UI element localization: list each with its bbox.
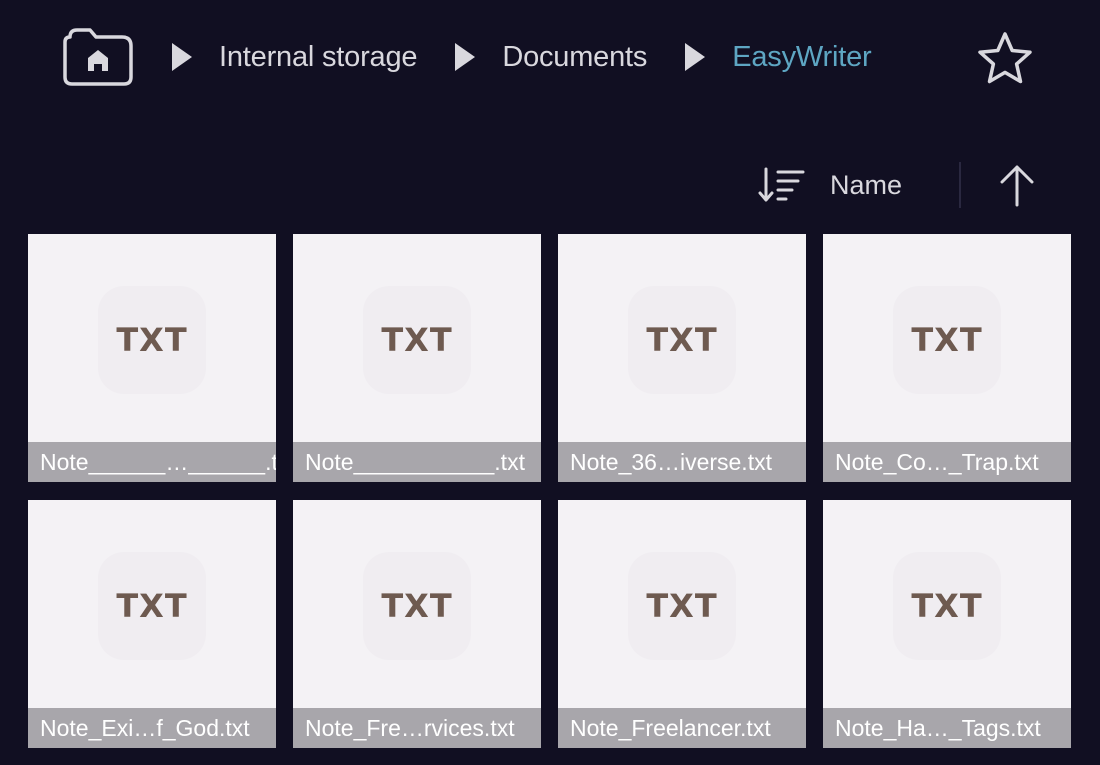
file-name: Note_Fre…rvices.txt [293, 708, 541, 748]
breadcrumb: Internal storage Documents EasyWriter [62, 27, 872, 87]
file-tile[interactable]: TXT Note_Freelancer.txt [558, 500, 806, 748]
file-type-badge: TXT [116, 587, 188, 625]
txt-file-icon: TXT [363, 286, 471, 394]
file-tile[interactable]: TXT Note_36…iverse.txt [558, 234, 806, 482]
file-name: Note_Freelancer.txt [558, 708, 806, 748]
file-tile[interactable]: TXT Note_Exi…f_God.txt [28, 500, 276, 748]
home-button[interactable] [62, 27, 134, 87]
file-tile[interactable]: TXT Note______…______.txt [28, 234, 276, 482]
arrow-up-icon [1000, 165, 1034, 207]
txt-file-icon: TXT [893, 286, 1001, 394]
file-name: Note_Ha…_Tags.txt [823, 708, 1071, 748]
breadcrumb-internal-storage[interactable]: Internal storage [219, 41, 418, 74]
breadcrumb-separator [170, 42, 194, 72]
favorite-button[interactable] [974, 28, 1036, 90]
file-tile[interactable]: TXT Note___________.txt [293, 234, 541, 482]
file-type-badge: TXT [381, 587, 453, 625]
txt-file-icon: TXT [98, 552, 206, 660]
sort-bar: Name [750, 160, 1050, 210]
file-tile[interactable]: TXT Note_Co…_Trap.txt [823, 234, 1071, 482]
breadcrumb-easywriter[interactable]: EasyWriter [732, 41, 871, 74]
sort-divider [959, 162, 961, 208]
file-name: Note______…______.txt [28, 442, 276, 482]
star-outline-icon [978, 32, 1032, 84]
txt-file-icon: TXT [628, 286, 736, 394]
file-grid: TXT Note______…______.txt TXT Note______… [28, 234, 1071, 748]
file-name: Note_36…iverse.txt [558, 442, 806, 482]
file-type-badge: TXT [116, 321, 188, 359]
sort-direction-button[interactable] [994, 162, 1040, 208]
file-name: Note_Co…_Trap.txt [823, 442, 1071, 482]
file-type-badge: TXT [911, 321, 983, 359]
txt-file-icon: TXT [363, 552, 471, 660]
play-triangle-icon [455, 43, 476, 71]
breadcrumb-separator [453, 42, 477, 72]
file-browser: Internal storage Documents EasyWriter Na… [0, 0, 1100, 765]
home-folder-icon [63, 28, 133, 86]
file-name: Note_Exi…f_God.txt [28, 708, 276, 748]
sort-label: Name [830, 169, 903, 200]
txt-file-icon: TXT [893, 552, 1001, 660]
file-type-badge: TXT [646, 587, 718, 625]
file-tile[interactable]: TXT Note_Fre…rvices.txt [293, 500, 541, 748]
play-triangle-icon [172, 43, 192, 71]
breadcrumb-separator [683, 42, 707, 72]
txt-file-icon: TXT [98, 286, 206, 394]
txt-file-icon: TXT [628, 552, 736, 660]
sort-lines-icon [758, 167, 805, 202]
play-triangle-icon [685, 43, 706, 71]
file-tile[interactable]: TXT Note_Ha…_Tags.txt [823, 500, 1071, 748]
breadcrumb-documents[interactable]: Documents [502, 41, 647, 74]
file-type-badge: TXT [646, 321, 718, 359]
file-type-badge: TXT [911, 587, 983, 625]
file-name: Note___________.txt [293, 442, 541, 482]
sort-by-button[interactable]: Name [758, 160, 902, 210]
file-type-badge: TXT [381, 321, 453, 359]
